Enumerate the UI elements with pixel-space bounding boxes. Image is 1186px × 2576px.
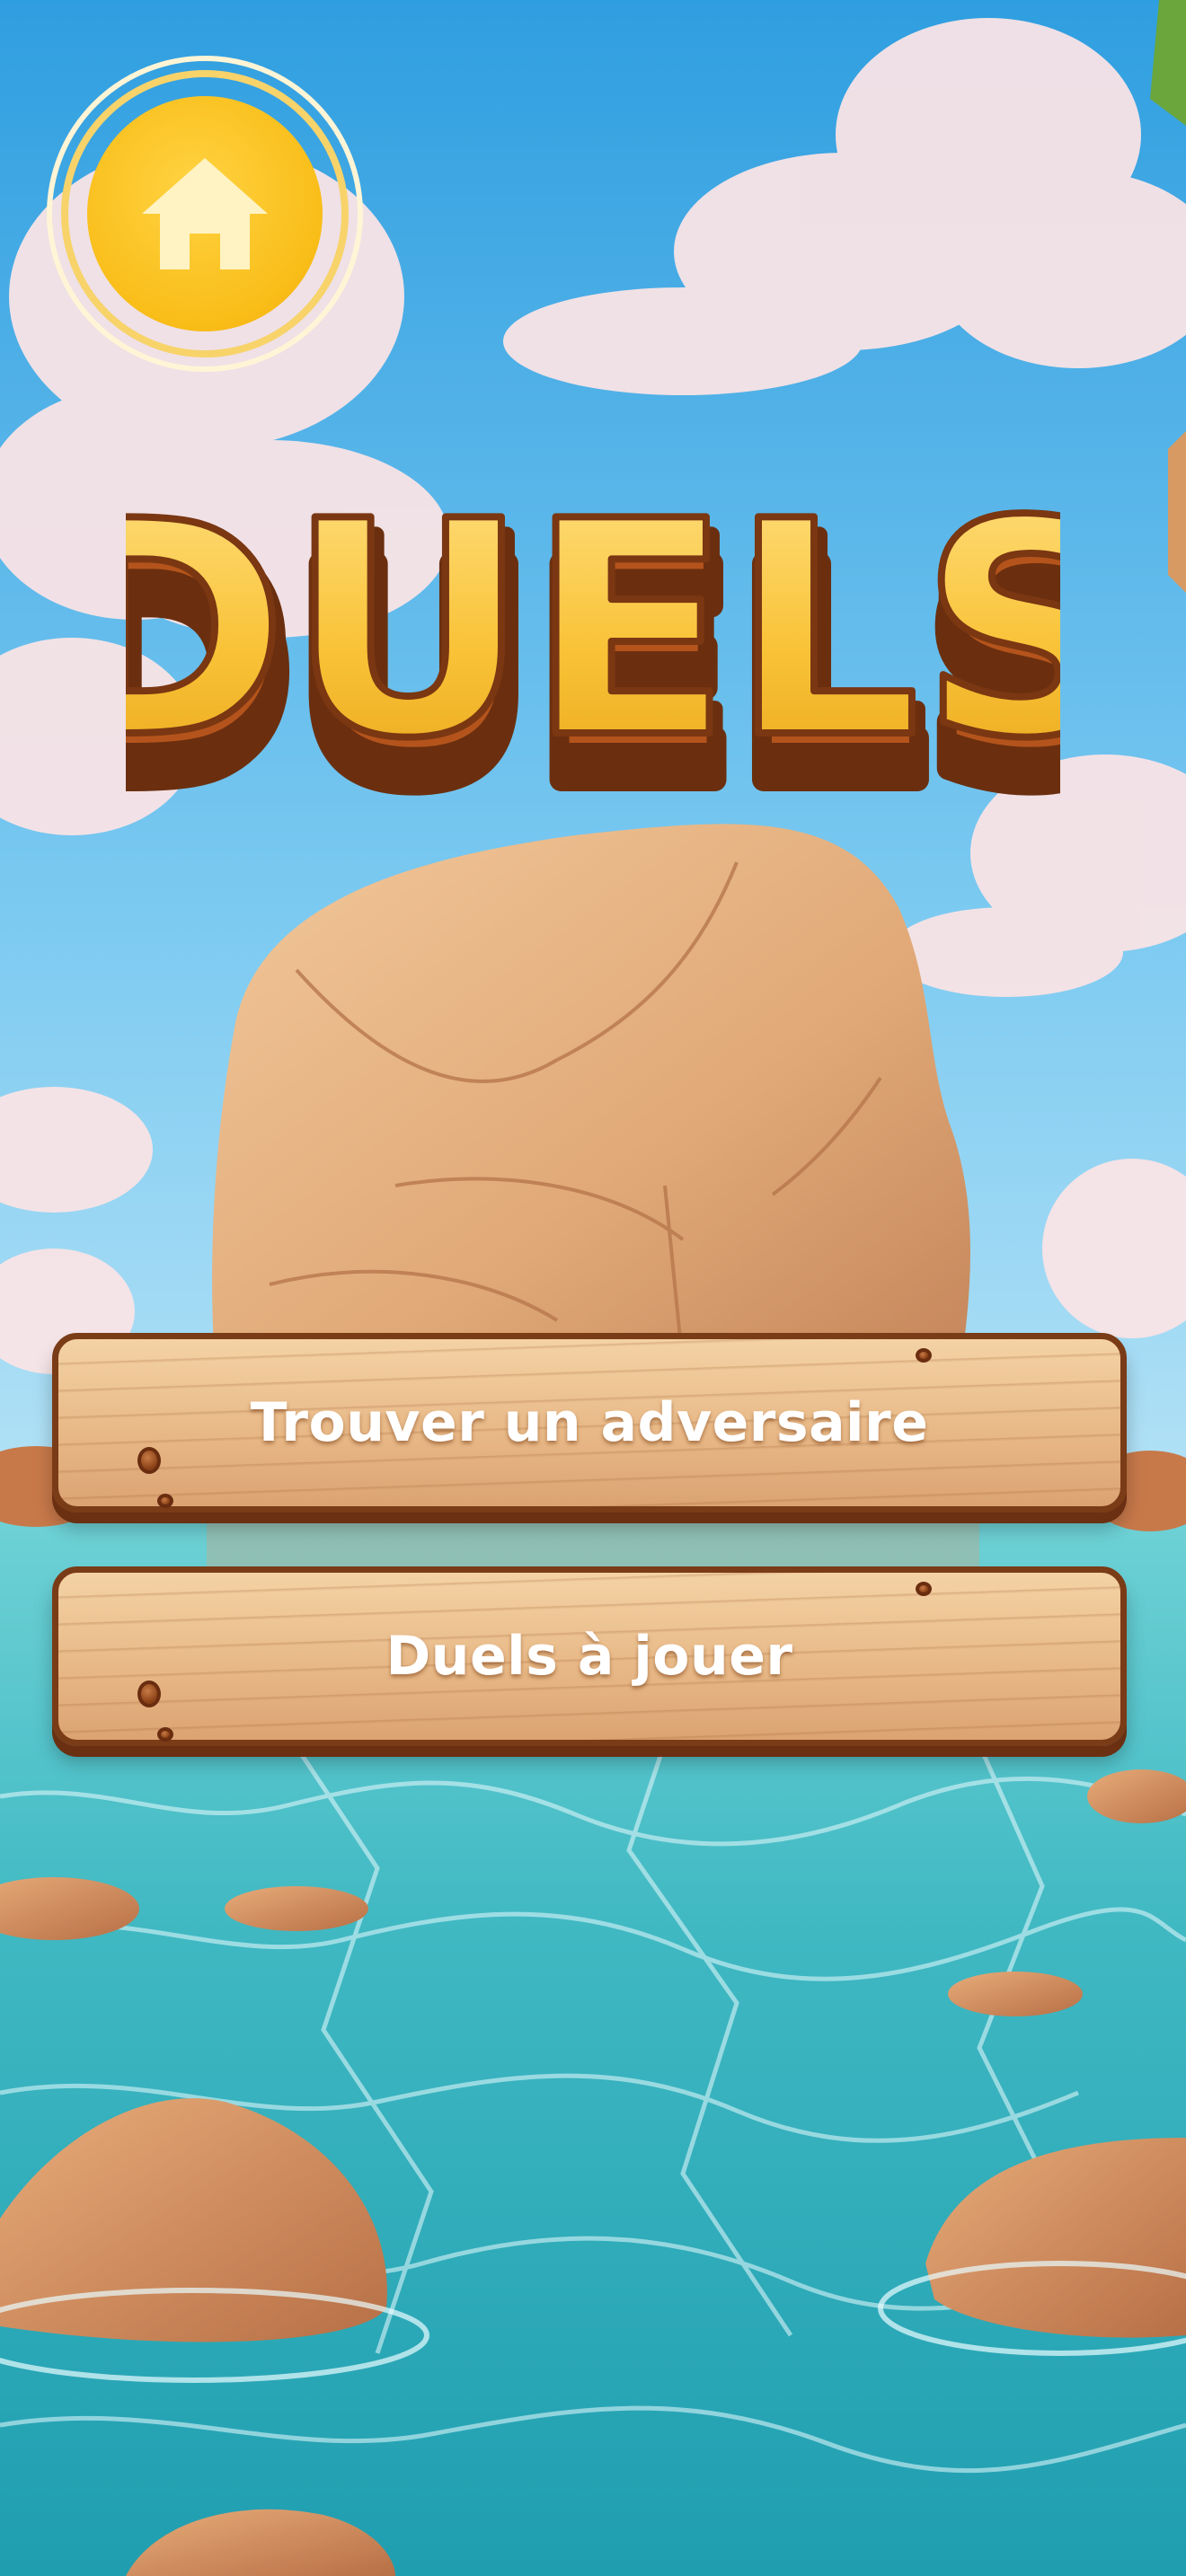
duels-screen: DUELS DUELS DUELS Trouver un adversaire … [0,0,1186,2576]
home-button[interactable] [47,56,363,372]
nail-decoration [137,1447,161,1474]
nail-decoration [916,1348,932,1363]
home-button-core [87,96,323,331]
nail-decoration [137,1681,161,1707]
nail-decoration [916,1582,932,1596]
pending-duels-label: Duels à jouer [385,1625,793,1688]
pending-duels-button[interactable]: Duels à jouer [52,1566,1127,1746]
nail-decoration [157,1494,173,1508]
cliff-edge [1168,431,1186,593]
page-title: DUELS DUELS DUELS [35,454,1150,861]
nail-decoration [157,1727,173,1742]
home-icon [142,158,268,269]
find-opponent-button[interactable]: Trouver un adversaire [52,1333,1127,1513]
title-text: DUELS [126,485,1060,803]
background-scene [0,0,1186,2576]
find-opponent-label: Trouver un adversaire [250,1391,929,1454]
